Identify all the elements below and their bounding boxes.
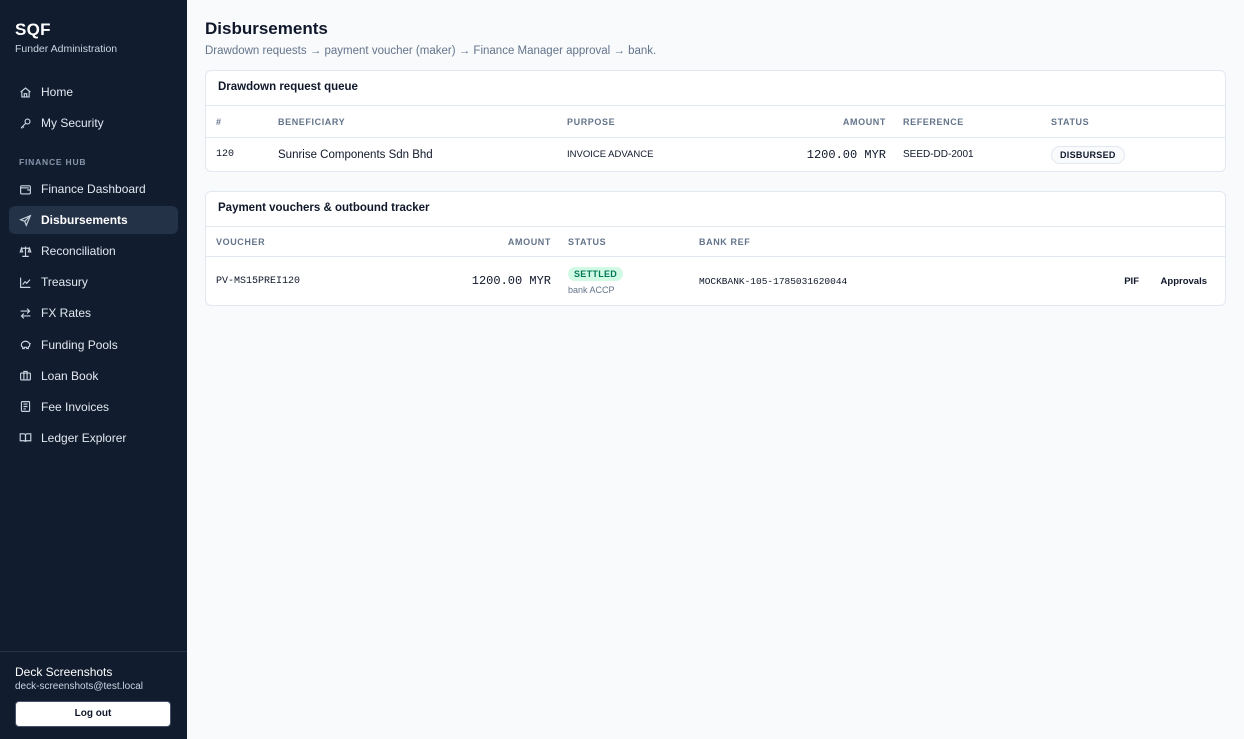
approvals-button[interactable]: Approvals	[1161, 276, 1207, 287]
main-content: Disbursements Drawdown requests → paymen…	[187, 0, 1244, 739]
col-header-purpose: PURPOSE	[567, 116, 616, 127]
col-header-num: #	[216, 116, 222, 127]
sidebar-item-label: Disbursements	[41, 213, 128, 228]
sidebar-item-label: Home	[41, 85, 74, 99]
key-icon	[19, 117, 32, 130]
receipt-icon	[19, 400, 32, 413]
sidebar-item-my-security[interactable]: My Security	[9, 109, 178, 137]
sidebar-item-loan-book[interactable]: Loan Book	[9, 362, 178, 390]
user-name: Deck Screenshots	[15, 665, 113, 679]
vouchers-title: Payment vouchers & outbound tracker	[206, 192, 1225, 227]
sidebar-item-label: Loan Book	[41, 368, 99, 383]
swap-arrows-icon	[19, 307, 32, 320]
home-icon	[19, 86, 32, 99]
sidebar-nav: Home My Security FINANCE HUB Finance Das…	[0, 78, 187, 455]
table-row[interactable]: PV-MS15PREI120 1200.00 MYR SETTLED bank …	[206, 257, 1225, 305]
pif-button[interactable]: PIF	[1124, 276, 1139, 287]
status-badge: DISBURSED	[1051, 145, 1125, 164]
bank-ref: MOCKBANK-105-1785031620044	[699, 275, 848, 287]
col-header-status: STATUS	[1051, 116, 1090, 127]
status-note: bank ACCP	[568, 285, 615, 295]
sidebar-item-funding-pools[interactable]: Funding Pools	[9, 331, 178, 359]
book-open-icon	[19, 431, 32, 444]
brand-subtitle: Funder Administration	[15, 43, 118, 55]
brand: SQF Funder Administration	[0, 0, 187, 55]
beneficiary-name: Sunrise Components Sdn Bhd	[278, 148, 433, 161]
sidebar-item-fee-invoices[interactable]: Fee Invoices	[9, 393, 178, 421]
page-subtitle: Drawdown requests → payment voucher (mak…	[205, 45, 657, 57]
user-panel: Deck Screenshots deck-screenshots@test.l…	[0, 651, 187, 739]
sidebar-item-treasury[interactable]: Treasury	[9, 268, 178, 296]
user-email: deck-screenshots@test.local	[15, 681, 143, 692]
reference: SEED-DD-2001	[903, 149, 974, 160]
page-title: Disbursements	[205, 19, 328, 38]
sidebar-item-finance-dashboard[interactable]: Finance Dashboard	[9, 175, 178, 203]
status-badge: SETTLED	[568, 267, 624, 281]
send-icon	[19, 214, 32, 227]
drawdown-queue-card: Drawdown request queue # BENEFICIARY PUR…	[205, 70, 1226, 172]
sidebar-item-label: Fee Invoices	[41, 399, 110, 414]
status-badge-label: DISBURSED	[1051, 145, 1125, 164]
voucher-table-header: VOUCHER AMOUNT STATUS BANK REF	[206, 227, 1225, 257]
amount: 1200.00 MYR	[806, 147, 886, 162]
sidebar-item-disbursements[interactable]: Disbursements	[9, 206, 178, 235]
drawdown-table-header: # BENEFICIARY PURPOSE AMOUNT REFERENCE S…	[206, 106, 1225, 138]
drawdown-number: 120	[216, 149, 235, 160]
sidebar: SQF Funder Administration Home My Securi…	[0, 0, 187, 739]
sidebar-item-label: Treasury	[41, 275, 88, 290]
sidebar-item-label: Reconciliation	[41, 244, 116, 259]
col-header-reference: REFERENCE	[903, 116, 964, 127]
col-header-status: STATUS	[568, 236, 607, 247]
sidebar-item-ledger-explorer[interactable]: Ledger Explorer	[9, 424, 178, 452]
logout-button[interactable]: Log out	[15, 701, 171, 727]
brand-name: SQF	[15, 20, 51, 39]
sidebar-item-reconciliation[interactable]: Reconciliation	[9, 237, 178, 265]
scale-icon	[19, 245, 32, 258]
drawdown-queue-title: Drawdown request queue	[206, 71, 1225, 106]
piggy-bank-icon	[19, 338, 32, 351]
col-header-voucher: VOUCHER	[216, 236, 266, 247]
voucher-id: PV-MS15PREI120	[216, 275, 301, 287]
col-header-amount: AMOUNT	[507, 236, 551, 247]
sidebar-item-fx-rates[interactable]: FX Rates	[9, 299, 178, 327]
sidebar-item-label: Funding Pools	[41, 337, 118, 352]
sidebar-item-home[interactable]: Home	[9, 78, 178, 106]
sidebar-item-label: Finance Dashboard	[41, 182, 146, 197]
sidebar-item-label: FX Rates	[41, 306, 92, 321]
col-header-beneficiary: BENEFICIARY	[278, 116, 346, 127]
wallet-icon	[19, 183, 32, 196]
sidebar-item-label: My Security	[41, 116, 104, 131]
section-label-finance-hub: FINANCE HUB	[19, 157, 87, 168]
briefcase-icon	[19, 369, 32, 382]
table-row[interactable]: 120 Sunrise Components Sdn Bhd INVOICE A…	[206, 138, 1225, 171]
chart-line-icon	[19, 276, 32, 289]
purpose: INVOICE ADVANCE	[567, 149, 654, 160]
col-header-amount: AMOUNT	[842, 116, 886, 127]
sidebar-item-label: Ledger Explorer	[41, 430, 127, 445]
vouchers-card: Payment vouchers & outbound tracker VOUC…	[205, 191, 1226, 306]
voucher-status: SETTLED bank ACCP	[568, 267, 624, 295]
voucher-amount: 1200.00 MYR	[471, 274, 551, 288]
col-header-bank-ref: BANK REF	[699, 236, 751, 247]
